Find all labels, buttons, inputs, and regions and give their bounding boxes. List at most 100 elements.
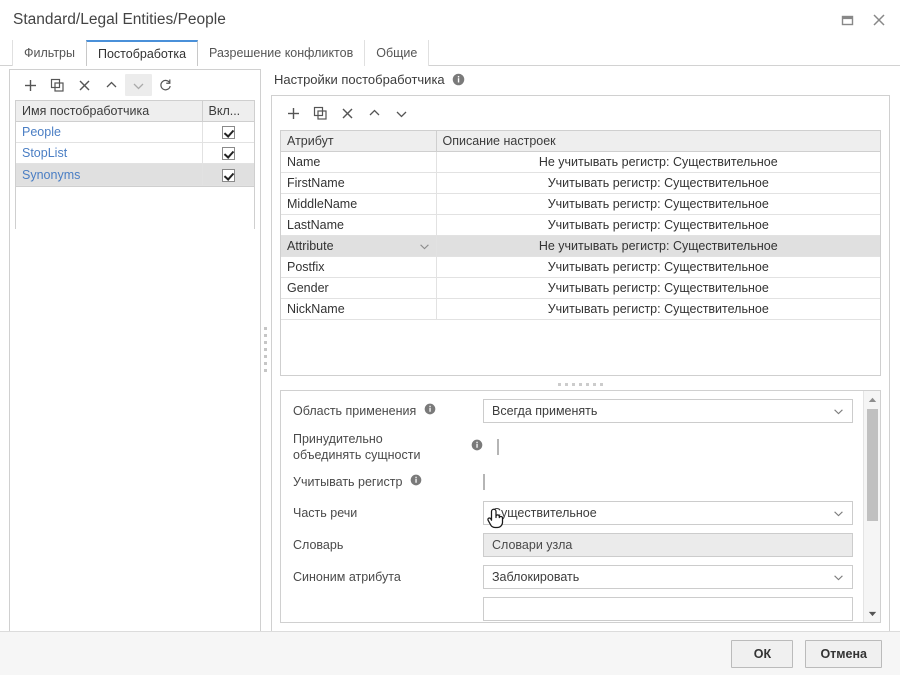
tab-conflict-resolution[interactable]: Разрешение конфликтов (197, 40, 366, 66)
info-icon[interactable] (471, 439, 483, 455)
postprocessor-name[interactable]: People (16, 121, 203, 144)
move-up-button[interactable] (361, 102, 388, 124)
cancel-button[interactable]: Отмена (805, 639, 882, 668)
copy-button[interactable] (307, 102, 334, 124)
tab-postprocessing[interactable]: Постобработка (85, 40, 199, 67)
table-row[interactable]: Gender Учитывать регистр: Существительно… (281, 277, 880, 299)
tab-general[interactable]: Общие (364, 40, 430, 66)
scroll-down-button[interactable] (864, 605, 880, 622)
postprocessor-name[interactable]: StopList (16, 142, 203, 165)
table-row[interactable]: Synonyms (16, 163, 254, 186)
delete-button[interactable] (334, 102, 361, 124)
enabled-checkbox[interactable] (221, 168, 235, 182)
field-label: Область применения (293, 403, 483, 419)
column-header-name[interactable]: Имя постобработчика (16, 101, 203, 122)
label-text: Учитывать регистр (293, 475, 403, 489)
settings-groupbox: Атрибут Описание настроек Name Не учитыв… (271, 95, 890, 632)
add-button[interactable] (280, 102, 307, 124)
attribute-cell[interactable]: NickName (281, 298, 437, 320)
table-row[interactable]: MiddleName Учитывать регистр: Существите… (281, 193, 880, 215)
column-header-enabled[interactable]: Вкл... (202, 101, 254, 122)
label-text: Часть речи (293, 506, 358, 520)
scope-of-application-select[interactable]: Всегда применять (483, 399, 853, 423)
attribute-cell[interactable]: LastName (281, 214, 437, 236)
move-down-button[interactable] (388, 102, 415, 124)
part-of-speech-select[interactable]: Существительное (483, 501, 853, 525)
copy-icon (313, 106, 327, 120)
move-down-button[interactable] (125, 74, 152, 96)
column-header-attribute[interactable]: Атрибут (281, 131, 437, 152)
case-sensitive-checkbox[interactable] (483, 474, 485, 490)
attribute-cell[interactable]: Name (281, 151, 437, 173)
attribute-cell[interactable]: Postfix (281, 256, 437, 278)
description-cell[interactable]: Учитывать регистр: Существительное (436, 193, 880, 215)
chevron-up-icon (106, 81, 117, 87)
attribute-cell[interactable]: Gender (281, 277, 437, 299)
table-row[interactable]: Name Не учитывать регистр: Существительн… (281, 151, 880, 173)
attributes-grid[interactable]: Атрибут Описание настроек Name Не учитыв… (280, 130, 881, 376)
attribute-dropdown-button[interactable] (419, 239, 429, 253)
table-row[interactable]: NickName Учитывать регистр: Существитель… (281, 298, 880, 320)
postprocessor-grid[interactable]: Имя постобработчика Вкл... People StopLi… (15, 100, 255, 229)
copy-button[interactable] (44, 74, 71, 96)
vertical-splitter[interactable] (262, 69, 270, 632)
field-control (483, 474, 853, 490)
description-cell[interactable]: Учитывать регистр: Существительное (436, 214, 880, 236)
field-row-attribute-synonym: Синоним атрибута Заблокировать (293, 565, 853, 589)
move-up-button[interactable] (98, 74, 125, 96)
table-row[interactable]: StopList (16, 142, 254, 165)
force-merge-entities-checkbox[interactable] (497, 439, 499, 455)
postprocessor-name[interactable]: Synonyms (16, 163, 203, 186)
description-cell[interactable]: Учитывать регистр: Существительное (436, 277, 880, 299)
field-control: Всегда применять (483, 399, 853, 423)
attribute-cell[interactable]: Attribute (281, 235, 437, 257)
description-cell[interactable]: Учитывать регистр: Существительное (436, 298, 880, 320)
description-cell[interactable]: Учитывать регистр: Существительное (436, 172, 880, 194)
postprocessor-list-toolbar (10, 70, 260, 100)
scrollbar-thumb[interactable] (867, 409, 878, 521)
refresh-button[interactable] (152, 74, 179, 96)
add-button[interactable] (17, 74, 44, 96)
column-header-description[interactable]: Описание настроек (436, 131, 880, 152)
postprocessor-settings-panel: Настройки постобработчика Атрибут Описан… (271, 69, 890, 632)
table-header-row: Атрибут Описание настроек (281, 131, 880, 152)
description-cell[interactable]: Не учитывать регистр: Существительное (436, 235, 880, 257)
dictionary-input[interactable]: Словари узла (483, 533, 853, 557)
field-row-partial (293, 597, 853, 621)
delete-button[interactable] (71, 74, 98, 96)
close-button[interactable] (866, 7, 892, 33)
attribute-cell[interactable]: MiddleName (281, 193, 437, 215)
description-cell[interactable]: Учитывать регистр: Существительное (436, 256, 880, 278)
settings-form-scrollbar[interactable] (863, 391, 880, 622)
field-control: Словари узла (483, 533, 853, 557)
maximize-button[interactable] (834, 7, 860, 33)
refresh-icon (160, 79, 171, 90)
scroll-up-button[interactable] (864, 391, 880, 408)
table-row[interactable]: Postfix Учитывать регистр: Существительн… (281, 256, 880, 278)
enabled-cell[interactable] (202, 163, 254, 186)
input-value: Словари узла (492, 538, 573, 552)
info-icon[interactable] (452, 73, 465, 86)
table-row[interactable]: FirstName Учитывать регистр: Существител… (281, 172, 880, 194)
label-text: Словарь (293, 538, 344, 552)
attribute-synonym-select[interactable]: Заблокировать (483, 565, 853, 589)
next-field-select[interactable] (483, 597, 853, 621)
postprocessor-list-panel: Имя постобработчика Вкл... People StopLi… (9, 69, 261, 632)
enabled-cell[interactable] (202, 121, 254, 144)
table-row[interactable]: People (16, 121, 254, 144)
enabled-checkbox[interactable] (221, 147, 235, 161)
field-row-part-of-speech: Часть речи Существительное (293, 501, 853, 525)
tab-filters[interactable]: Фильтры (12, 40, 87, 66)
description-cell[interactable]: Не учитывать регистр: Существительное (436, 151, 880, 173)
enabled-checkbox[interactable] (221, 126, 235, 140)
dialog-footer: ОК Отмена (0, 631, 900, 675)
maximize-icon (841, 15, 853, 25)
ok-button[interactable]: ОК (731, 639, 794, 668)
enabled-cell[interactable] (202, 142, 254, 165)
horizontal-splitter[interactable] (280, 378, 881, 390)
attribute-cell[interactable]: FirstName (281, 172, 437, 194)
info-icon[interactable] (410, 474, 422, 490)
table-row[interactable]: LastName Учитывать регистр: Существитель… (281, 214, 880, 236)
table-row[interactable]: Attribute Не учитывать регистр: Существи… (281, 235, 880, 257)
info-icon[interactable] (424, 403, 436, 419)
